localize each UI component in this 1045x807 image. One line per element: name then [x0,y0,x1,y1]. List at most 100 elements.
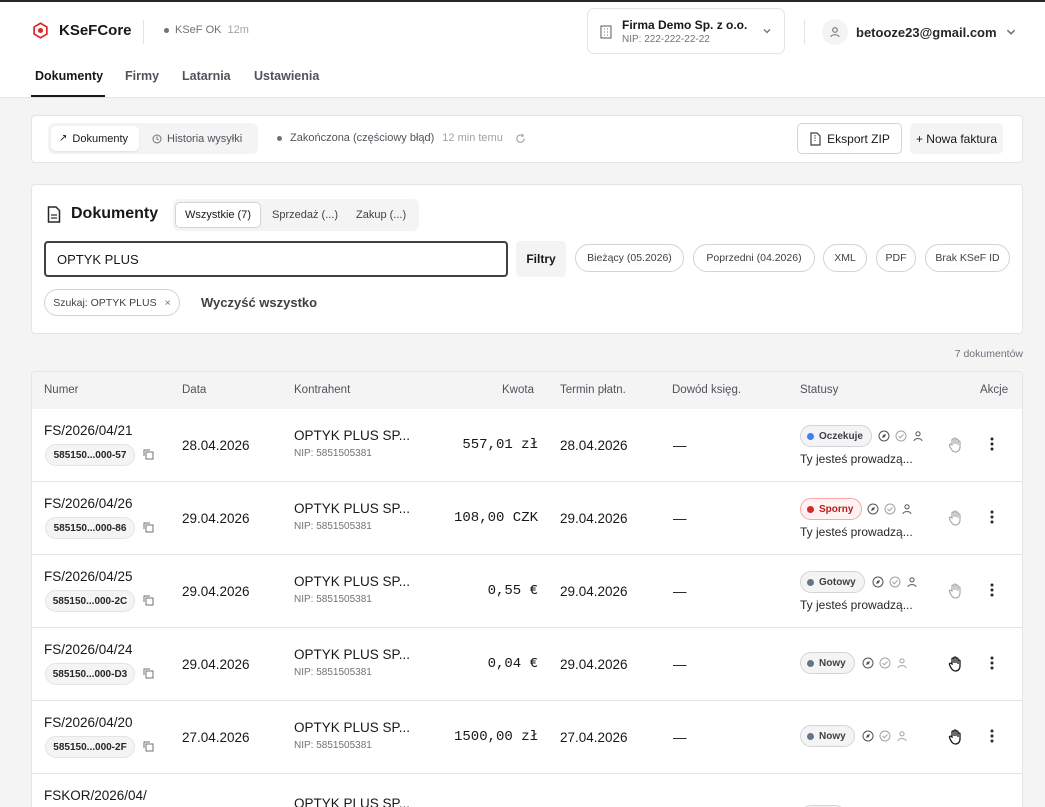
filter-previous-month[interactable]: Poprzedni (04.2026) [693,244,815,272]
divider [143,20,144,44]
user-email: betooze23@gmail.com [856,24,997,40]
hexagon-logo-icon [33,22,48,39]
nav-firmy[interactable]: Firmy [125,69,159,83]
status-label: Nowy [819,730,846,742]
close-icon[interactable]: × [165,297,171,309]
search-input[interactable] [44,241,508,277]
hand-icon[interactable] [948,437,963,453]
ksef-connection-status: KSeF OK 12m [164,24,249,36]
invoice-amount: 1500,00 zł [453,729,538,745]
copy-icon[interactable] [143,449,154,460]
filter-no-ksef-id[interactable]: Brak KSeF ID [925,244,1010,272]
more-vertical-icon[interactable] [990,582,994,598]
nav-active-indicator [31,95,105,97]
status-icons [878,430,924,442]
status-badge[interactable]: Oczekuje [800,425,872,447]
clear-all-link[interactable]: Wyczyść wszystko [201,295,317,310]
copy-icon[interactable] [143,595,154,606]
ksef-id-badge: 585150...000-86 [45,517,135,539]
invoice-date: 29.04.2026 [182,511,250,526]
filter-xml[interactable]: XML [823,244,867,272]
invoice-amount: 557,01 zł [462,437,538,453]
contractor-nip: NIP: 5851505381 [294,448,372,459]
invoice-date: 29.04.2026 [182,657,250,672]
assigned-person: Ty jesteś prowadzą... [800,598,913,612]
contractor-nip: NIP: 5851505381 [294,594,372,605]
status-dot-icon [807,659,814,667]
check-circle-icon [884,503,896,515]
tab-all[interactable]: Wszystkie (7) [175,202,261,228]
due-date: 29.04.2026 [560,584,628,599]
chevron-down-icon [1006,29,1015,35]
status-icons [862,730,908,742]
status-badge[interactable]: Nowy [800,725,855,747]
invoice-number[interactable]: FSKOR/2026/04/ [44,788,147,803]
status-label: Nowy [819,657,846,669]
filter-current-month[interactable]: Bieżący (05.2026) [575,244,684,272]
status-badge[interactable]: Gotowy [800,571,865,593]
tab-purchase[interactable]: Zakup (...) [347,202,415,228]
copy-icon[interactable] [143,522,154,533]
table-row[interactable]: FSKOR/2026/04/ OPTYK PLUS SP... [32,774,1022,807]
status-badge[interactable]: Sporny [800,498,863,520]
copy-icon[interactable] [143,741,154,752]
filter-pdf[interactable]: PDF [876,244,916,272]
invoice-number[interactable]: FS/2026/04/26 [44,496,133,511]
app-logo[interactable]: KSeFCore [32,22,132,39]
table-row[interactable]: FS/2026/04/26 585150...000-86 29.04.2026… [32,482,1022,555]
documents-title: Dokumenty [47,205,158,223]
invoice-number[interactable]: FS/2026/04/20 [44,715,133,730]
invoice-amount: 0,55 € [487,583,538,599]
filters-button[interactable]: Filtry [516,241,566,277]
seg-history-button[interactable]: Historia wysyłki [144,126,254,151]
ksef-id-badge: 585150...000-2F [45,736,135,758]
invoice-number[interactable]: FS/2026/04/21 [44,423,133,438]
nav-ustawienia[interactable]: Ustawienia [254,69,319,83]
new-invoice-button[interactable]: + Nowa faktura [910,123,1003,154]
top-bar: KSeFCore KSeF OK 12m Firma Demo Sp. z o.… [0,0,1045,58]
document-type-tabs: Wszystkie (7) Sprzedaż (...) Zakup (...) [173,199,419,231]
export-zip-button[interactable]: Eksport ZIP [797,123,902,154]
status-badge[interactable]: Nowy [800,652,855,674]
company-selector[interactable]: Firma Demo Sp. z o.o. NIP: 222-222-22-22 [587,8,785,54]
more-vertical-icon[interactable] [990,509,994,525]
table-row[interactable]: FS/2026/04/21 585150...000-57 28.04.2026… [32,409,1022,482]
invoice-number[interactable]: FS/2026/04/25 [44,569,133,584]
nav-dokumenty[interactable]: Dokumenty [35,69,103,83]
contractor-nip: NIP: 5851505381 [294,667,372,678]
compass-icon [862,730,874,742]
hand-icon[interactable] [948,656,963,672]
table-row[interactable]: FS/2026/04/25 585150...000-2C 29.04.2026… [32,555,1022,628]
seg-documents-button[interactable]: ↗ Dokumenty [51,126,139,151]
more-vertical-icon[interactable] [990,728,994,744]
more-vertical-icon[interactable] [990,655,994,671]
assigned-person: Ty jesteś prowadzą... [800,525,913,539]
table-row[interactable]: FS/2026/04/24 585150...000-D3 29.04.2026… [32,628,1022,701]
due-date: 28.04.2026 [560,438,628,453]
more-vertical-icon[interactable] [990,436,994,452]
hand-icon[interactable] [948,510,963,526]
table-row[interactable]: FS/2026/04/20 585150...000-2F 27.04.2026… [32,701,1022,774]
seg-documents-label: Dokumenty [72,132,129,145]
copy-icon[interactable] [143,668,154,679]
document-icon [47,205,61,223]
user-menu[interactable]: betooze23@gmail.com [822,19,1017,45]
refresh-icon[interactable] [515,133,526,144]
contractor-name: OPTYK PLUS SP... [294,428,411,443]
contractor-name: OPTYK PLUS SP... [294,720,411,735]
nav-latarnia[interactable]: Latarnia [182,69,231,83]
sync-time: 12 min temu [442,132,503,144]
status-icons [862,657,908,669]
tab-sales[interactable]: Sprzedaż (...) [263,202,347,228]
compass-icon [867,503,879,515]
hand-icon[interactable] [948,583,963,599]
file-zip-icon [810,131,821,146]
status-label: Oczekuje [819,430,863,442]
person-icon [897,731,907,742]
assigned-person: Ty jesteś prowadzą... [800,452,913,466]
building-icon [600,25,612,39]
invoice-number[interactable]: FS/2026/04/24 [44,642,133,657]
ksef-id-badge: 585150...000-2C [45,590,135,612]
hand-icon[interactable] [948,729,963,745]
accounting-proof: — [673,511,687,526]
